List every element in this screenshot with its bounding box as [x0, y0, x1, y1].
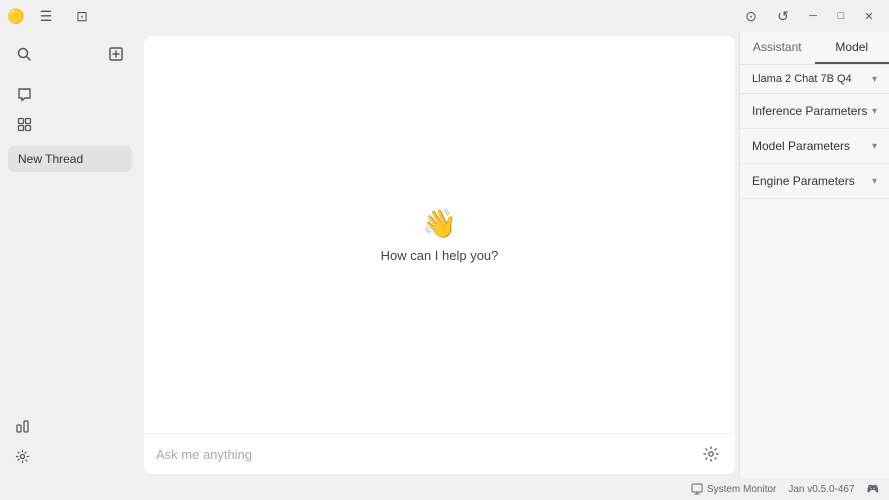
search-button[interactable]: [10, 40, 38, 68]
maximize-button[interactable]: □: [829, 6, 853, 26]
model-chevron2-icon: ▾: [872, 141, 877, 152]
menu-icon[interactable]: ☰: [32, 2, 60, 30]
gamepad-item[interactable]: 🎮: [867, 484, 879, 495]
model-parameters-section[interactable]: Model Parameters ▾: [740, 129, 889, 164]
sidebar-top: [0, 36, 140, 76]
compose-button[interactable]: [102, 40, 130, 68]
panel-tabs: Assistant Model: [740, 32, 889, 65]
chat-settings-icon[interactable]: [699, 442, 723, 466]
plugin-button[interactable]: [8, 412, 36, 440]
help-icon[interactable]: ⊙: [737, 2, 765, 30]
chat-messages: 👋 How can I help you?: [144, 36, 735, 433]
app-icon: 🟡: [8, 8, 24, 24]
welcome-text: How can I help you?: [381, 248, 499, 263]
version-item: Jan v0.5.0-467: [788, 484, 854, 495]
app-body: New Thread 👋 How can I help you?: [0, 32, 889, 478]
model-parameters-label: Model Parameters: [752, 139, 850, 153]
tab-model[interactable]: Model: [815, 32, 889, 64]
status-bar: System Monitor Jan v0.5.0-467 🎮: [0, 478, 889, 500]
model-selector[interactable]: Llama 2 Chat 7B Q4 ▾: [740, 65, 889, 94]
system-monitor-item[interactable]: System Monitor: [691, 483, 776, 495]
layers-icon[interactable]: ⊡: [68, 2, 96, 30]
version-label: Jan v0.5.0-467: [788, 484, 854, 495]
model-name: Llama 2 Chat 7B Q4: [752, 73, 852, 85]
inference-parameters-section[interactable]: Inference Parameters ▾: [740, 94, 889, 129]
chat-nav-icon[interactable]: [8, 80, 40, 108]
title-bar-left: 🟡 ☰ ⊡: [8, 2, 96, 30]
gamepad-icon: 🎮: [867, 484, 879, 495]
sidebar: New Thread: [0, 32, 140, 478]
sidebar-nav: [0, 76, 140, 142]
engine-parameters-label: Engine Parameters: [752, 174, 855, 188]
engine-parameters-section[interactable]: Engine Parameters ▾: [740, 164, 889, 199]
grid-nav-icon[interactable]: [8, 110, 40, 138]
sidebar-bottom: [0, 408, 140, 474]
chat-input-area: [144, 433, 735, 474]
inference-parameters-label: Inference Parameters: [752, 104, 867, 118]
settings-button[interactable]: [8, 442, 36, 470]
title-bar: 🟡 ☰ ⊡ ⊙ ↺ ─ □ ✕: [0, 0, 889, 32]
close-button[interactable]: ✕: [857, 6, 881, 26]
thread-list: New Thread: [0, 142, 140, 408]
refresh-icon[interactable]: ↺: [769, 2, 797, 30]
engine-chevron-icon: ▾: [872, 176, 877, 187]
thread-item[interactable]: New Thread: [8, 146, 132, 172]
welcome-icon: 👋: [422, 207, 457, 240]
system-monitor-label: System Monitor: [707, 484, 776, 495]
minimize-button[interactable]: ─: [801, 6, 825, 26]
model-chevron-icon: ▾: [872, 74, 877, 85]
inference-chevron-icon: ▾: [872, 106, 877, 117]
chat-area: 👋 How can I help you?: [144, 36, 735, 474]
title-bar-right: ⊙ ↺ ─ □ ✕: [737, 2, 881, 30]
tab-assistant[interactable]: Assistant: [740, 32, 815, 64]
right-panel: Assistant Model Llama 2 Chat 7B Q4 ▾ Inf…: [739, 32, 889, 478]
chat-input[interactable]: [156, 447, 691, 462]
